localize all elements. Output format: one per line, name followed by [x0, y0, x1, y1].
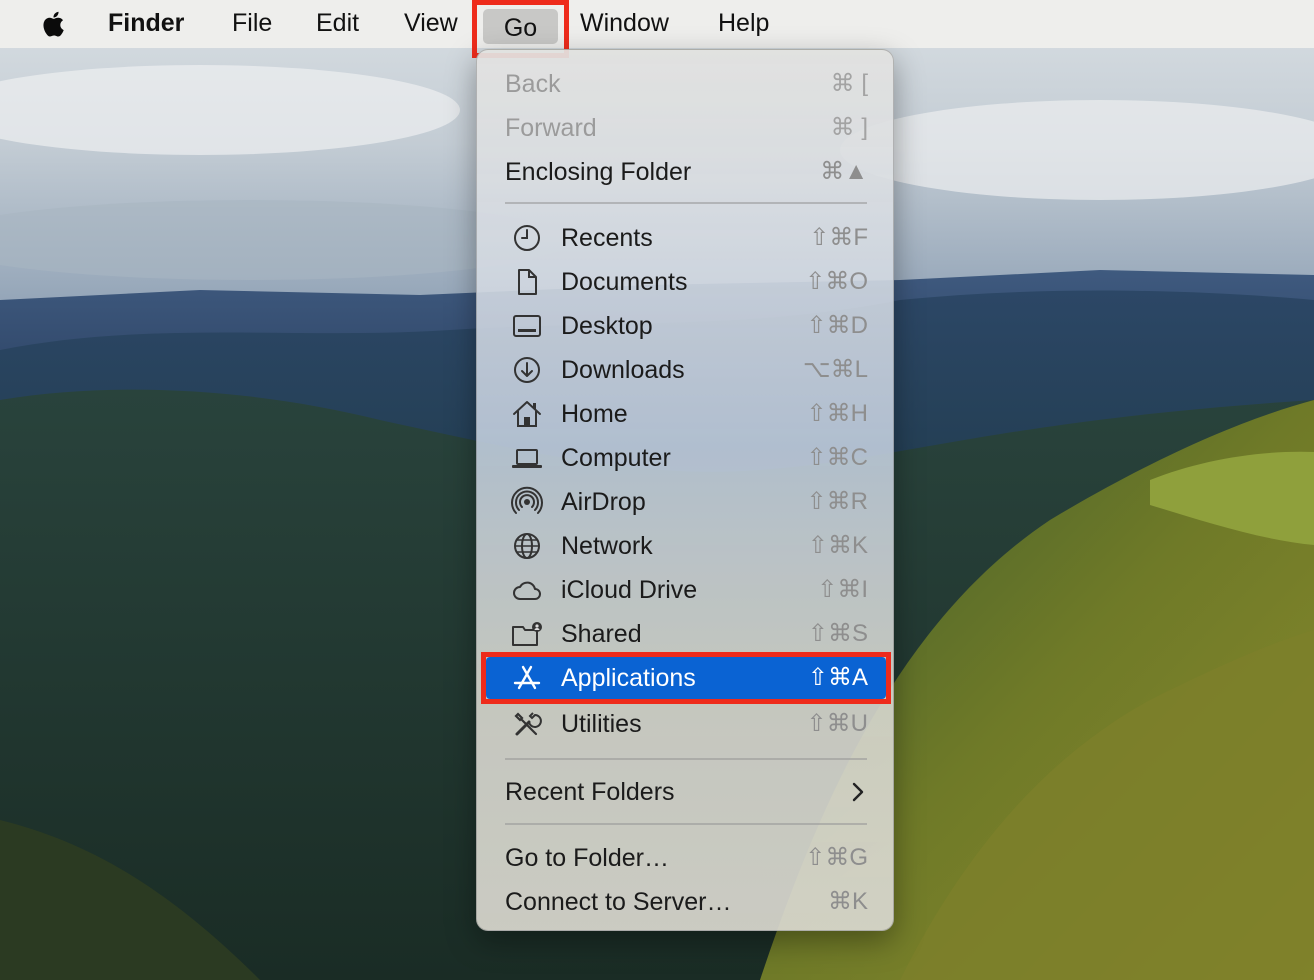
menu-item-network[interactable]: Network ⇧⌘K	[477, 524, 895, 568]
menu-item-shortcut: ⇧⌘F	[809, 224, 868, 251]
menu-item-label: AirDrop	[561, 488, 646, 516]
utilities-icon	[511, 708, 543, 740]
menu-item-shortcut: ⌥⌘L	[802, 356, 868, 383]
menu-item-label: Applications	[561, 664, 696, 692]
menu-item-label: Desktop	[561, 312, 653, 340]
menu-item-shortcut: ⇧⌘H	[806, 400, 868, 427]
menu-item-utilities[interactable]: Utilities ⇧⌘U	[477, 702, 895, 746]
menu-item-documents[interactable]: Documents ⇧⌘O	[477, 260, 895, 304]
menu-item-shortcut: ⇧⌘I	[817, 576, 868, 603]
menu-item-go-to-folder[interactable]: Go to Folder… ⇧⌘G	[477, 836, 895, 880]
menu-item-label: iCloud Drive	[561, 576, 698, 604]
shared-folder-icon	[511, 618, 543, 650]
menu-item-shortcut: ⇧⌘D	[806, 312, 868, 339]
menu-item-computer[interactable]: Computer ⇧⌘C	[477, 436, 895, 480]
airdrop-icon	[511, 486, 543, 518]
menu-item-label: Shared	[561, 620, 642, 648]
menubar-file[interactable]: File	[232, 0, 272, 48]
laptop-icon	[511, 442, 543, 474]
menu-bar: Finder File Edit View Go Window Help	[0, 0, 1314, 58]
apple-logo-icon[interactable]	[38, 8, 70, 40]
menu-item-forward[interactable]: Forward ⌘ ]	[477, 106, 895, 150]
menu-item-shortcut: ⇧⌘K	[807, 532, 868, 559]
menu-item-shortcut: ⌘▲	[820, 158, 868, 185]
menu-item-recents[interactable]: Recents ⇧⌘F	[477, 216, 895, 260]
menubar-edit[interactable]: Edit	[316, 0, 359, 48]
menu-item-connect-to-server[interactable]: Connect to Server… ⌘K	[477, 880, 895, 924]
menu-item-airdrop[interactable]: AirDrop ⇧⌘R	[477, 480, 895, 524]
menu-item-shortcut: ⌘K	[827, 888, 868, 915]
menu-item-shortcut: ⇧⌘A	[807, 664, 868, 691]
globe-icon	[511, 530, 543, 562]
menu-item-label: Computer	[561, 444, 671, 472]
clock-icon	[511, 222, 543, 254]
menu-item-downloads[interactable]: Downloads ⌥⌘L	[477, 348, 895, 392]
menu-separator	[505, 758, 867, 760]
menu-item-shortcut: ⇧⌘G	[805, 844, 868, 871]
menu-item-shortcut: ⇧⌘O	[805, 268, 868, 295]
menu-item-label: Network	[561, 532, 653, 560]
menubar-help[interactable]: Help	[718, 0, 769, 48]
desktop-icon	[511, 310, 543, 342]
menu-item-label: Back	[505, 70, 561, 98]
applications-icon	[511, 662, 543, 694]
menu-item-label: Home	[561, 400, 628, 428]
menubar-go-label: Go	[503, 14, 538, 42]
menu-item-back[interactable]: Back ⌘ [	[477, 62, 895, 106]
menu-separator	[505, 823, 867, 825]
menu-item-shortcut: ⇧⌘S	[807, 620, 868, 647]
menu-item-shortcut: ⇧⌘U	[806, 710, 868, 737]
chevron-right-icon	[852, 782, 864, 802]
menu-item-shortcut: ⌘ ]	[830, 114, 868, 141]
menu-item-label: Downloads	[561, 356, 685, 384]
house-icon	[511, 398, 543, 430]
menu-separator	[505, 202, 867, 204]
menu-item-label: Go to Folder…	[505, 844, 669, 872]
menu-item-shortcut: ⌘ [	[830, 70, 868, 97]
menu-item-home[interactable]: Home ⇧⌘H	[477, 392, 895, 436]
menu-item-label: Enclosing Folder	[505, 158, 692, 186]
menu-item-desktop[interactable]: Desktop ⇧⌘D	[477, 304, 895, 348]
menu-item-enclosing-folder[interactable]: Enclosing Folder ⌘▲	[477, 150, 895, 194]
menu-item-icloud-drive[interactable]: iCloud Drive ⇧⌘I	[477, 568, 895, 612]
menu-item-shared[interactable]: Shared ⇧⌘S	[477, 612, 895, 656]
download-icon	[511, 354, 543, 386]
menu-item-shortcut: ⇧⌘C	[806, 444, 868, 471]
menu-item-applications[interactable]: Applications ⇧⌘A	[481, 652, 891, 704]
menu-item-label: Forward	[505, 114, 597, 142]
menu-item-label: Utilities	[561, 710, 642, 738]
menu-item-recent-folders[interactable]: Recent Folders	[477, 770, 895, 814]
go-menu-dropdown: Back ⌘ [ Forward ⌘ ] Enclosing Folder ⌘▲…	[476, 49, 894, 931]
document-icon	[511, 266, 543, 298]
menu-item-label: Connect to Server…	[505, 888, 732, 916]
menubar-window[interactable]: Window	[580, 0, 669, 48]
menu-item-label: Documents	[561, 268, 688, 296]
cloud-icon	[511, 574, 543, 606]
menu-item-label: Recents	[561, 224, 653, 252]
menu-item-shortcut: ⇧⌘R	[806, 488, 868, 515]
menubar-view[interactable]: View	[404, 0, 458, 48]
menubar-finder[interactable]: Finder	[108, 0, 184, 48]
menu-item-label: Recent Folders	[505, 778, 675, 806]
